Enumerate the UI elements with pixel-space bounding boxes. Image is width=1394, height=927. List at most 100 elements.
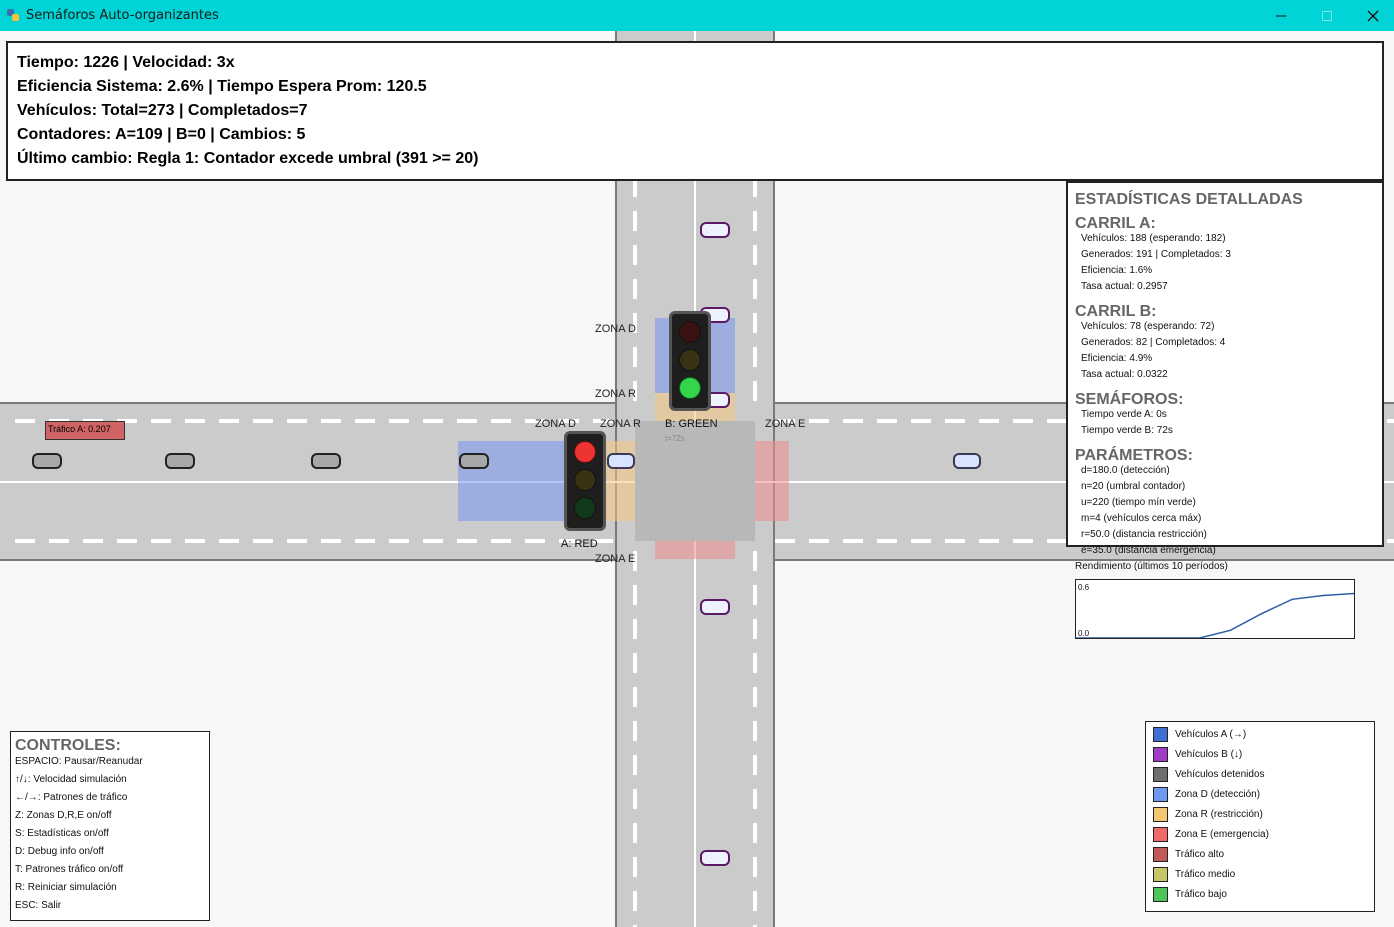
legend-item-traffic-high: Tráfico alto [1153, 846, 1224, 862]
legend-item-traffic-low: Tráfico bajo [1153, 886, 1227, 902]
zone-label-r-a: ZONA R [600, 418, 641, 430]
traffic-light-a [564, 431, 606, 531]
performance-data-point [1260, 613, 1263, 615]
legend-item-vehicles-a: Vehículos A (→) [1153, 726, 1246, 742]
param-d: d=180.0 (detección) [1081, 465, 1170, 476]
title-bar: Semáforos Auto-organizantes [0, 0, 1394, 31]
param-n: n=20 (umbral contador) [1081, 481, 1186, 492]
control-speed: ↑/↓: Velocidad simulación [15, 774, 127, 785]
performance-data-point [1322, 594, 1324, 597]
performance-data-point [1291, 598, 1294, 601]
performance-chart-svg [1075, 592, 1355, 639]
legend-swatch [1153, 826, 1168, 842]
controls-title: CONTROLES: [15, 737, 121, 754]
info-panel: Tiempo: 1226 | Velocidad: 3x Eficiencia … [6, 41, 1384, 181]
legend-item-zone-r: Zona R (restricción) [1153, 806, 1263, 822]
carril-b-heading: CARRIL B: [1075, 303, 1157, 320]
minimize-icon [1276, 15, 1286, 16]
zone-label-e-b: ZONA E [595, 553, 636, 565]
carril-a-heading: CARRIL A: [1075, 215, 1156, 232]
performance-chart: 0.6 0.0 [1075, 579, 1355, 639]
green-time-a: Tiempo verde A: 0s [1081, 409, 1167, 420]
legend-swatch [1153, 866, 1168, 882]
performance-data-point [1229, 629, 1232, 632]
carril-a-rate: Tasa actual: 0.2957 [1081, 281, 1168, 292]
param-r: r=50.0 (distancia restricción) [1081, 529, 1207, 540]
light-red-on [574, 441, 596, 463]
control-pause: ESPACIO: Pausar/Reanudar [15, 756, 143, 767]
legend-swatch [1153, 786, 1168, 802]
close-icon [1367, 10, 1379, 21]
y-axis-max-label: 0.6 [1078, 583, 1090, 592]
light-b-label: B: GREEN [665, 418, 718, 430]
light-yellow-off [679, 349, 701, 371]
control-patterns: ←/→: Patrones de tráfico [15, 792, 128, 803]
simulation-canvas[interactable]: ZONA D ZONA R ZONA D ZONA R ZONA E ZONA … [0, 31, 1394, 927]
legend-swatch [1153, 846, 1168, 862]
green-time-b: Tiempo verde B: 72s [1081, 425, 1173, 436]
vehicle-a-stopped [459, 453, 489, 469]
legend-item-traffic-medium: Tráfico medio [1153, 866, 1235, 882]
control-restart: R: Reiniciar simulación [15, 882, 117, 893]
legend-item-vehicles-b: Vehículos B (↓) [1153, 746, 1242, 762]
legend-label: Vehículos B (↓) [1175, 748, 1243, 760]
performance-series-line [1076, 592, 1355, 639]
legend-label: Tráfico medio [1175, 868, 1236, 880]
light-a-label: A: RED [561, 538, 598, 550]
close-button[interactable] [1350, 0, 1394, 31]
maximize-icon [1322, 10, 1332, 21]
carril-b-vehicles: Vehículos: 78 (esperando: 72) [1081, 321, 1215, 332]
controls-panel: CONTROLES: ESPACIO: Pausar/Reanudar ↑/↓:… [10, 731, 210, 921]
lane-divider [753, 551, 757, 927]
param-u: u=220 (tiempo mín verde) [1081, 497, 1196, 508]
zone-label-r-b: ZONA R [595, 388, 636, 400]
legend-swatch [1153, 766, 1168, 782]
last-change-text: Último cambio: Regla 1: Contador excede … [17, 150, 479, 167]
control-stats: S: Estadísticas on/off [15, 828, 109, 839]
counters-text: Contadores: A=109 | B=0 | Cambios: 5 [17, 126, 306, 143]
y-axis-min-label: 0.0 [1078, 629, 1090, 638]
legend-swatch [1153, 886, 1168, 902]
light-green-on [679, 377, 701, 399]
stats-title: ESTADÍSTICAS DETALLADAS [1075, 191, 1303, 208]
zone-e-b [655, 541, 735, 559]
vehicle-a-stopped [311, 453, 341, 469]
control-zones: Z: Zonas D,R,E on/off [15, 810, 112, 821]
vehicle-b [700, 222, 730, 238]
vehicle-a-stopped [32, 453, 62, 469]
carril-a-generated: Generados: 191 | Completados: 3 [1081, 249, 1231, 260]
minimize-button[interactable] [1258, 0, 1304, 31]
maximize-button[interactable] [1304, 0, 1350, 31]
light-b-timer: t=72s [665, 434, 685, 443]
light-red-off [679, 321, 701, 343]
param-e: e=35.0 (distancia emergencia) [1081, 545, 1216, 556]
legend-item-zone-d: Zona D (detección) [1153, 786, 1260, 802]
python-snake-icon [7, 9, 19, 21]
legend-label: Zona D (detección) [1175, 788, 1261, 800]
legend-item-stopped: Vehículos detenidos [1153, 766, 1265, 782]
legend-label: Tráfico bajo [1175, 888, 1227, 900]
carril-a-vehicles: Vehículos: 188 (esperando: 182) [1081, 233, 1226, 244]
intersection [635, 421, 755, 541]
lane-divider [15, 539, 615, 543]
carril-b-generated: Generados: 82 | Completados: 4 [1081, 337, 1226, 348]
carril-a-efficiency: Eficiencia: 1.6% [1081, 265, 1153, 276]
legend-label: Zona R (restricción) [1175, 808, 1263, 820]
carril-b-efficiency: Eficiencia: 4.9% [1081, 353, 1153, 364]
control-exit: ESC: Salir [15, 900, 62, 911]
traffic-light-b [669, 311, 711, 411]
zone-e-a [755, 441, 789, 521]
carril-b-rate: Tasa actual: 0.0322 [1081, 369, 1168, 380]
legend-swatch [1153, 806, 1168, 822]
parametros-heading: PARÁMETROS: [1075, 447, 1193, 464]
vehicle-a [607, 453, 635, 469]
window-title: Semáforos Auto-organizantes [26, 8, 219, 23]
time-speed-text: Tiempo: 1226 | Velocidad: 3x [17, 54, 235, 71]
param-m: m=4 (vehículos cerca máx) [1081, 513, 1202, 524]
vehicle-b [700, 850, 730, 866]
zone-label-d-b: ZONA D [595, 323, 636, 335]
traffic-level-badge: Tráfico A: 0.207 [45, 421, 125, 440]
lane-divider [633, 551, 637, 927]
control-debug: D: Debug info on/off [15, 846, 104, 857]
legend-swatch [1153, 726, 1168, 742]
